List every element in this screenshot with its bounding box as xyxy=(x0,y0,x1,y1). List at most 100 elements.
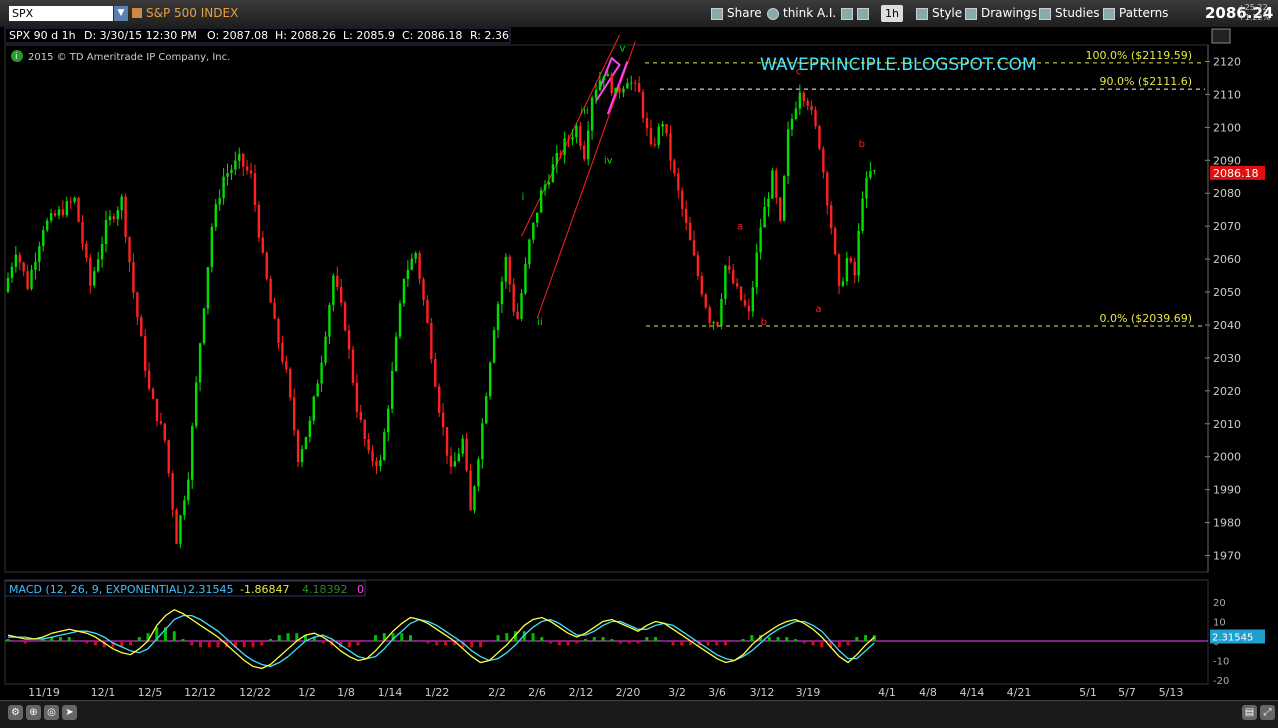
wave-label: b xyxy=(859,139,865,150)
candle-body xyxy=(116,210,119,220)
panel-icon[interactable]: ▤ xyxy=(1242,705,1257,720)
chart-area[interactable]: SPX 90 d 1h D: 3/30/15 12:30 PM O: 2087.… xyxy=(0,27,1278,700)
candle-body xyxy=(53,213,57,216)
candle-body xyxy=(230,169,233,174)
candle-body xyxy=(57,209,61,216)
timeframe-button[interactable]: 1h xyxy=(881,5,903,22)
candle-body xyxy=(747,305,751,312)
candle-body xyxy=(65,201,68,216)
header-high: H: 2088.26 xyxy=(275,29,336,42)
candle-body xyxy=(818,126,821,149)
crosshair-icon[interactable]: ◎ xyxy=(44,705,59,720)
candle-body xyxy=(681,190,684,209)
candle-body xyxy=(155,398,159,422)
zoom-icon[interactable]: ⊕ xyxy=(26,705,41,720)
share-button[interactable]: Share xyxy=(711,5,762,22)
think-ai-button[interactable]: think A.I. xyxy=(767,5,836,22)
macd-histogram-bar xyxy=(776,637,780,642)
candle-body xyxy=(426,299,429,323)
candle-body xyxy=(265,252,268,279)
tools-icon xyxy=(841,7,853,20)
macd-y-tick: 20 xyxy=(1213,598,1226,609)
symbol-dropdown-icon[interactable]: ▼ xyxy=(114,6,128,21)
candle-body xyxy=(147,370,151,389)
candle-body xyxy=(89,258,92,286)
patterns-button[interactable]: Patterns xyxy=(1103,5,1168,22)
macd-histogram-bar xyxy=(409,635,413,642)
candle-body xyxy=(245,166,249,171)
last-price-label: 2086.18 xyxy=(1213,167,1259,180)
chart-style-icon[interactable] xyxy=(1211,28,1231,44)
y-tick-label: 2110 xyxy=(1213,88,1241,101)
wave-label: b xyxy=(761,317,767,328)
candle-body xyxy=(218,198,221,205)
macd-histogram-bar xyxy=(137,637,141,642)
candle-body xyxy=(614,87,617,94)
candle-body xyxy=(590,97,594,131)
watermark: WAVEPRINCIPLE.BLOGSPOT.COM xyxy=(760,55,1037,75)
candle-body xyxy=(449,455,453,467)
expand-icon[interactable]: ⤢ xyxy=(1260,705,1275,720)
macd-histogram-bar xyxy=(417,641,421,642)
macd-avg: -1.86847 xyxy=(240,583,289,596)
candle-body xyxy=(469,470,472,511)
macd-histogram-bar xyxy=(750,635,754,642)
candle-body xyxy=(191,426,194,480)
candle-body xyxy=(453,461,457,467)
candle-body xyxy=(567,138,570,140)
candle-body xyxy=(488,362,492,397)
wave-label: ii xyxy=(537,317,543,328)
y-tick-label: 2040 xyxy=(1213,319,1241,332)
macd-histogram-bar xyxy=(680,641,684,646)
candle-body xyxy=(485,396,488,424)
candle-body xyxy=(720,299,723,326)
macd-histogram-bar xyxy=(94,641,98,646)
macd-histogram-bar xyxy=(645,637,649,642)
candle-body xyxy=(347,330,351,350)
macd-histogram-bar xyxy=(67,637,71,642)
candle-body xyxy=(653,144,656,146)
x-tick-label: 12/12 xyxy=(184,686,216,699)
candle-body xyxy=(136,292,139,318)
candle-body xyxy=(324,336,327,363)
candle-body xyxy=(504,256,508,282)
candle-body xyxy=(606,74,609,77)
candle-body xyxy=(775,170,778,198)
candle-body xyxy=(536,212,539,223)
drawings-button[interactable]: Drawings xyxy=(965,5,1037,22)
candle-body xyxy=(61,209,65,216)
candle-body xyxy=(496,304,500,331)
settings-icon[interactable]: ⚙ xyxy=(8,705,23,720)
header-close: C: 2086.18 xyxy=(402,29,462,42)
pointer-icon[interactable]: ➤ xyxy=(62,705,77,720)
candle-body xyxy=(379,460,382,467)
symbol-input[interactable]: SPX xyxy=(9,6,113,21)
macd-histogram-bar xyxy=(321,641,325,644)
candle-body xyxy=(732,269,735,284)
fib-label: 90.0% ($2111.6) xyxy=(1099,75,1192,88)
symbol-link-icon[interactable] xyxy=(132,8,142,18)
macd-y-tick: -10 xyxy=(1213,657,1229,668)
x-tick-label: 4/21 xyxy=(1007,686,1032,699)
macd-histogram-bar xyxy=(864,635,868,642)
studies-button[interactable]: Studies xyxy=(1039,5,1100,22)
candle-body xyxy=(112,216,116,220)
candle-body xyxy=(296,430,300,463)
wave-label: a xyxy=(737,221,743,232)
candle-body xyxy=(93,271,96,286)
candle-body xyxy=(277,318,280,343)
tools-button[interactable] xyxy=(841,5,869,22)
candle-body xyxy=(610,74,613,94)
candle-body xyxy=(183,500,186,516)
macd-histogram-bar xyxy=(32,641,36,642)
candle-body xyxy=(524,264,527,294)
macd-histogram-bar xyxy=(435,641,439,646)
style-label: Style xyxy=(932,6,963,20)
candle-body xyxy=(830,205,833,229)
candle-body xyxy=(320,362,323,384)
candle-body xyxy=(30,269,33,289)
style-button[interactable]: Style xyxy=(916,5,962,22)
candle-body xyxy=(206,267,210,309)
candle-body xyxy=(390,371,394,409)
macd-histogram-bar xyxy=(260,641,264,646)
